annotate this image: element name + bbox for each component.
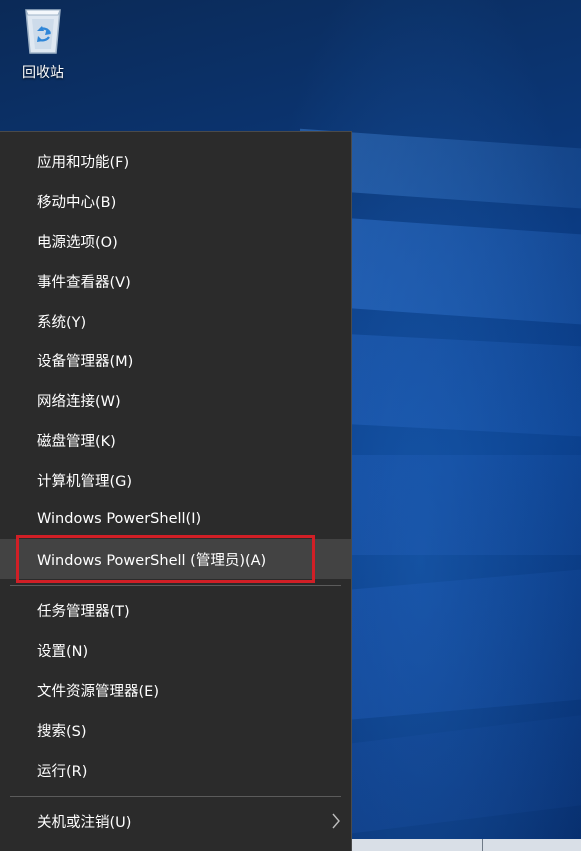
menu-item-label: 关机或注销(U): [37, 814, 132, 831]
taskbar-divider: [482, 839, 483, 851]
menu-item-event-viewer[interactable]: 事件查看器(V): [0, 261, 351, 301]
menu-item-settings[interactable]: 设置(N): [0, 630, 351, 670]
menu-item-computer-management[interactable]: 计算机管理(G): [0, 460, 351, 500]
menu-item-power-options[interactable]: 电源选项(O): [0, 221, 351, 261]
chevron-right-icon: [332, 813, 340, 829]
menu-item-task-manager[interactable]: 任务管理器(T): [0, 590, 351, 630]
menu-item-windows-powershell[interactable]: Windows PowerShell(I): [0, 499, 351, 539]
menu-item-network-connections[interactable]: 网络连接(W): [0, 380, 351, 420]
menu-item-apps-and-features[interactable]: 应用和功能(F): [0, 141, 351, 181]
recycle-bin-icon: [25, 9, 61, 54]
menu-item-shutdown-or-sign-out[interactable]: 关机或注销(U): [0, 801, 351, 841]
recycle-bin-shortcut[interactable]: 回收站: [12, 2, 74, 82]
menu-item-run[interactable]: 运行(R): [0, 750, 351, 790]
menu-item-windows-powershell-admin[interactable]: Windows PowerShell (管理员)(A): [0, 539, 351, 579]
menu-item-mobility-center[interactable]: 移动中心(B): [0, 181, 351, 221]
menu-item-system[interactable]: 系统(Y): [0, 301, 351, 341]
menu-divider: [10, 796, 341, 797]
winx-context-menu: 应用和功能(F) 移动中心(B) 电源选项(O) 事件查看器(V) 系统(Y) …: [0, 131, 352, 851]
menu-item-search[interactable]: 搜索(S): [0, 710, 351, 750]
recycle-bin-label: 回收站: [22, 65, 64, 81]
menu-divider: [10, 585, 341, 586]
taskbar-edge: [352, 839, 581, 851]
menu-item-disk-management[interactable]: 磁盘管理(K): [0, 420, 351, 460]
menu-item-device-manager[interactable]: 设备管理器(M): [0, 340, 351, 380]
menu-item-file-explorer[interactable]: 文件资源管理器(E): [0, 670, 351, 710]
